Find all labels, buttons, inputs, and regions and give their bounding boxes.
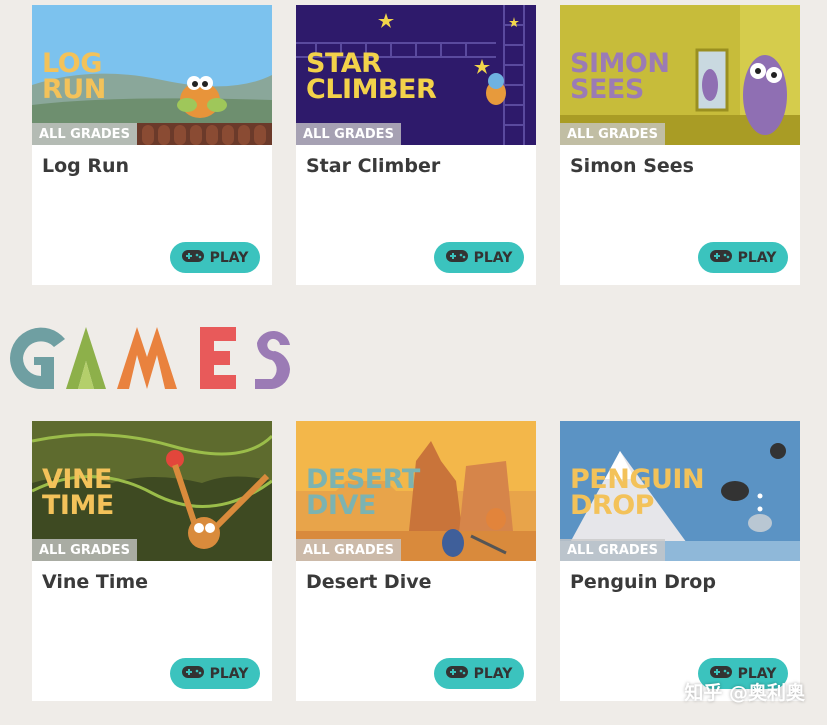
game-card-log-run[interactable]: LOG RUN ALL GRADES Log Run PLAY [32,5,272,285]
grade-badge: ALL GRADES [560,123,665,145]
gamepad-icon [445,665,468,682]
thumbnail-title: STAR CLIMBER [306,48,437,105]
play-button-label: PLAY [473,249,513,266]
game-title[interactable]: Log Run [42,155,129,177]
game-card-vine-time[interactable]: VINE TIME ALL GRADES Vine Time PLAY [32,421,272,701]
game-thumbnail[interactable]: PENGUIN DROP ALL GRADES [560,421,800,561]
game-thumbnail[interactable]: STAR CLIMBER ALL GRADES [296,5,536,145]
games-heading-logo [10,327,292,389]
game-title[interactable]: Star Climber [306,155,440,177]
game-title[interactable]: Vine Time [42,571,148,593]
game-title[interactable]: Simon Sees [570,155,694,177]
grade-badge: ALL GRADES [560,539,665,561]
thumbnail-title: LOG RUN [42,48,106,105]
games-heading-graphic [10,327,291,389]
gamepad-icon [181,665,204,682]
play-button[interactable]: PLAY [434,242,524,273]
game-thumbnail[interactable]: LOG RUN ALL GRADES [32,5,272,145]
game-card-simon-sees[interactable]: SIMON SEES ALL GRADES Simon Sees PLAY [560,5,800,285]
thumbnail-title: DESERT DIVE [306,464,420,521]
game-card-star-climber[interactable]: STAR CLIMBER ALL GRADES Star Climber PLA… [296,5,536,285]
play-button[interactable]: PLAY [434,658,524,689]
gamepad-icon [709,249,732,266]
play-button-label: PLAY [209,665,249,682]
thumbnail-title: VINE TIME [42,464,114,521]
game-thumbnail[interactable]: SIMON SEES ALL GRADES [560,5,800,145]
game-title[interactable]: Desert Dive [306,571,431,593]
play-button-label: PLAY [209,249,249,266]
thumbnail-title: PENGUIN DROP [570,464,705,521]
game-card-desert-dive[interactable]: DESERT DIVE ALL GRADES Desert Dive PLAY [296,421,536,701]
play-button[interactable]: PLAY [170,242,260,273]
gamepad-icon [445,249,468,266]
play-button-label: PLAY [737,249,777,266]
grade-badge: ALL GRADES [296,123,401,145]
game-thumbnail[interactable]: VINE TIME ALL GRADES [32,421,272,561]
watermark-text: 知乎 @奥利奥 [684,682,805,704]
grade-badge: ALL GRADES [32,123,137,145]
game-thumbnail[interactable]: DESERT DIVE ALL GRADES [296,421,536,561]
thumbnail-title: SIMON SEES [570,48,670,105]
gamepad-icon [181,249,204,266]
play-button[interactable]: PLAY [170,658,260,689]
play-button-label: PLAY [473,665,513,682]
play-button[interactable]: PLAY [698,242,788,273]
game-title[interactable]: Penguin Drop [570,571,716,593]
grade-badge: ALL GRADES [296,539,401,561]
game-card-penguin-drop[interactable]: PENGUIN DROP ALL GRADES Penguin Drop PLA… [560,421,800,701]
grade-badge: ALL GRADES [32,539,137,561]
